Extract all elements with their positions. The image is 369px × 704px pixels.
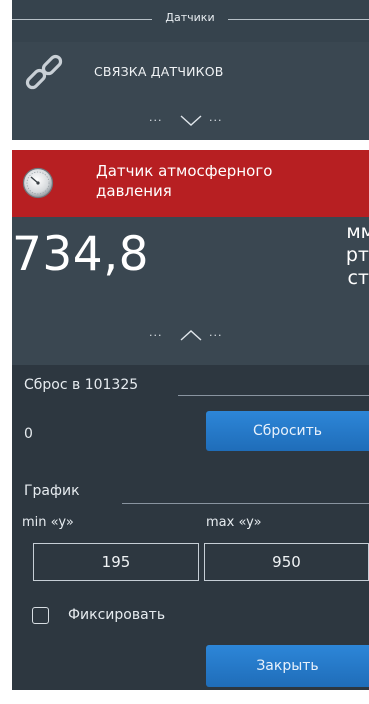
reset-value: 0 xyxy=(24,426,33,442)
expand-toggle[interactable]: ··· ··· xyxy=(12,100,369,140)
unit-line-1: мм xyxy=(346,221,369,243)
fix-checkbox-label: Фиксировать xyxy=(68,607,166,623)
sensors-title-group: Датчики xyxy=(12,10,369,28)
sensor-link-label: СВЯЗКА ДАТЧИКОВ xyxy=(94,64,224,79)
collapse-toggle[interactable]: ··· ··· xyxy=(12,315,369,355)
graph-divider xyxy=(122,503,369,504)
active-sensor-title: Датчик атмосферного давления xyxy=(96,162,273,200)
settings-panel: Сброс в 101325 0 Сбросить График min «y»… xyxy=(12,365,369,690)
dots-left: ··· xyxy=(149,329,163,342)
graph-label: График xyxy=(24,483,80,499)
reset-label: Сброс в 101325 xyxy=(24,377,139,393)
active-sensor-row[interactable]: Датчик атмосферного давления xyxy=(12,150,369,217)
reset-button[interactable]: Сбросить xyxy=(206,411,369,451)
max-y-label: max «y» xyxy=(206,515,262,530)
dots-left: ··· xyxy=(149,114,163,127)
sensors-header: Датчики xyxy=(12,0,369,42)
max-y-input[interactable]: 950 xyxy=(204,543,369,581)
close-button[interactable]: Закрыть xyxy=(206,645,369,687)
unit-line-2: рт. xyxy=(345,244,369,266)
expand-toggle-content: ··· ··· xyxy=(149,110,239,130)
sensor-panel: Датчики СВЯЗКА ДАТЧИКОВ ··· ··· Датчик а… xyxy=(12,0,369,690)
sensors-title: Датчики xyxy=(165,11,215,24)
divider-left xyxy=(12,19,152,20)
reading-value: 734,8 xyxy=(12,227,150,282)
dots-right: ··· xyxy=(209,329,223,342)
collapse-toggle-content: ··· ··· xyxy=(149,325,239,345)
chevron-down-icon xyxy=(180,115,202,126)
fix-checkbox-row[interactable]: Фиксировать xyxy=(32,605,232,629)
min-y-input[interactable]: 195 xyxy=(33,543,199,581)
unit-line-3: ст. xyxy=(347,267,369,289)
sensor-link-button[interactable]: СВЯЗКА ДАТЧИКОВ xyxy=(12,42,369,100)
divider-right xyxy=(228,19,369,20)
min-y-label: min «y» xyxy=(22,515,74,530)
reset-divider xyxy=(178,395,369,396)
gauge-icon xyxy=(22,167,54,199)
reading-unit: мм рт. ст. xyxy=(315,221,369,290)
dots-right: ··· xyxy=(209,114,223,127)
reading-block: 734,8 мм рт. ст. ··· ··· xyxy=(12,217,369,365)
chain-link-icon xyxy=(25,54,63,90)
fix-checkbox[interactable] xyxy=(32,607,49,624)
chevron-up-icon xyxy=(180,330,202,341)
